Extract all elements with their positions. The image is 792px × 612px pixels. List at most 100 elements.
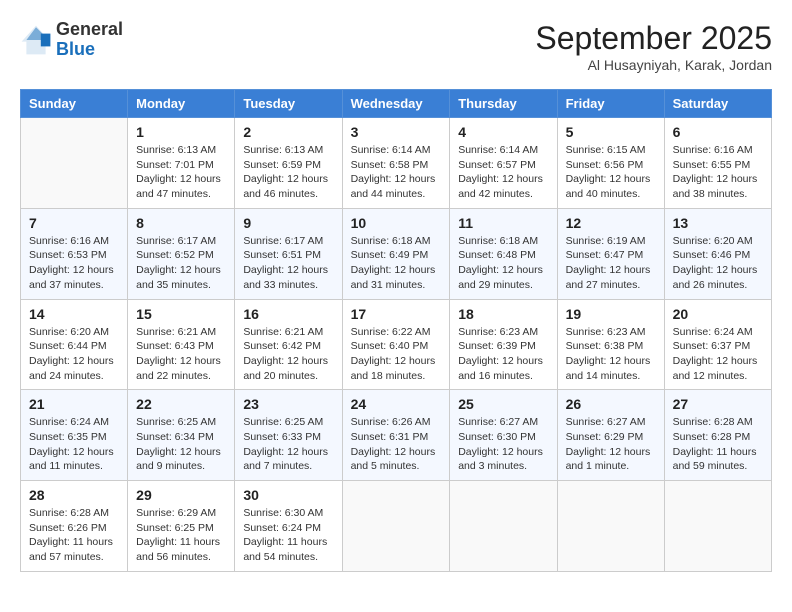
- day-number: 8: [136, 215, 226, 231]
- calendar-cell: [664, 481, 771, 572]
- calendar-cell: 28 Sunrise: 6:28 AM Sunset: 6:26 PM Dayli…: [21, 481, 128, 572]
- calendar-cell: 27 Sunrise: 6:28 AM Sunset: 6:28 PM Dayli…: [664, 390, 771, 481]
- day-number: 24: [351, 396, 442, 412]
- calendar-week-row: 7Sunrise: 6:16 AM Sunset: 6:53 PM Daylig…: [21, 208, 772, 299]
- calendar-cell: 19Sunrise: 6:23 AM Sunset: 6:38 PM Dayli…: [557, 299, 664, 390]
- logo-general-text: General: [56, 19, 123, 39]
- day-info: Sunrise: 6:28 AM Sunset: 6:26 PM Dayligh…: [29, 506, 119, 565]
- day-number: 18: [458, 306, 548, 322]
- day-number: 16: [243, 306, 333, 322]
- calendar-cell: 12Sunrise: 6:19 AM Sunset: 6:47 PM Dayli…: [557, 208, 664, 299]
- day-number: 29: [136, 487, 226, 503]
- day-info: Sunrise: 6:21 AM Sunset: 6:43 PM Dayligh…: [136, 325, 226, 384]
- day-info: Sunrise: 6:24 AM Sunset: 6:37 PM Dayligh…: [673, 325, 763, 384]
- logo-blue-text: Blue: [56, 39, 95, 59]
- month-title: September 2025: [535, 20, 772, 57]
- calendar-cell: 29Sunrise: 6:29 AM Sunset: 6:25 PM Dayli…: [128, 481, 235, 572]
- day-info: Sunrise: 6:15 AM Sunset: 6:56 PM Dayligh…: [566, 143, 656, 202]
- header-sunday: Sunday: [21, 90, 128, 118]
- calendar-cell: 22Sunrise: 6:25 AM Sunset: 6:34 PM Dayli…: [128, 390, 235, 481]
- day-number: 4: [458, 124, 548, 140]
- location-subtitle: Al Husayniyah, Karak, Jordan: [535, 57, 772, 73]
- day-number: 28: [29, 487, 119, 503]
- day-info: Sunrise: 6:14 AM Sunset: 6:57 PM Dayligh…: [458, 143, 548, 202]
- logo-text: General Blue: [56, 20, 123, 60]
- day-number: 5: [566, 124, 656, 140]
- day-info: Sunrise: 6:18 AM Sunset: 6:48 PM Dayligh…: [458, 234, 548, 293]
- calendar-cell: 21 Sunrise: 6:24 AM Sunset: 6:35 PM Dayli…: [21, 390, 128, 481]
- header-monday: Monday: [128, 90, 235, 118]
- day-info: Sunrise: 6:17 AM Sunset: 6:52 PM Dayligh…: [136, 234, 226, 293]
- day-info: Sunrise: 6:23 AM Sunset: 6:39 PM Dayligh…: [458, 325, 548, 384]
- day-info: Sunrise: 6:18 AM Sunset: 6:49 PM Dayligh…: [351, 234, 442, 293]
- day-info: Sunrise: 6:16 AM Sunset: 6:55 PM Dayligh…: [673, 143, 763, 202]
- day-number: 20: [673, 306, 763, 322]
- calendar-cell: 11 Sunrise: 6:18 AM Sunset: 6:48 PM Dayli…: [450, 208, 557, 299]
- day-info: Sunrise: 6:20 AM Sunset: 6:44 PM Dayligh…: [29, 325, 119, 384]
- day-number: 6: [673, 124, 763, 140]
- day-number: 10: [351, 215, 442, 231]
- calendar-cell: 25Sunrise: 6:27 AM Sunset: 6:30 PM Dayli…: [450, 390, 557, 481]
- calendar-cell: 3 Sunrise: 6:14 AM Sunset: 6:58 PM Daylig…: [342, 118, 450, 209]
- calendar-cell: 1Sunrise: 6:13 AM Sunset: 7:01 PM Daylig…: [128, 118, 235, 209]
- day-number: 1: [136, 124, 226, 140]
- day-number: 21: [29, 396, 119, 412]
- calendar-cell: 17Sunrise: 6:22 AM Sunset: 6:40 PM Dayli…: [342, 299, 450, 390]
- day-info: Sunrise: 6:28 AM Sunset: 6:28 PM Dayligh…: [673, 415, 763, 474]
- day-number: 27: [673, 396, 763, 412]
- calendar-cell: 5 Sunrise: 6:15 AM Sunset: 6:56 PM Daylig…: [557, 118, 664, 209]
- day-info: Sunrise: 6:27 AM Sunset: 6:29 PM Dayligh…: [566, 415, 656, 474]
- calendar-cell: 24 Sunrise: 6:26 AM Sunset: 6:31 PM Dayli…: [342, 390, 450, 481]
- day-info: Sunrise: 6:30 AM Sunset: 6:24 PM Dayligh…: [243, 506, 333, 565]
- header-saturday: Saturday: [664, 90, 771, 118]
- day-number: 19: [566, 306, 656, 322]
- calendar-cell: 13Sunrise: 6:20 AM Sunset: 6:46 PM Dayli…: [664, 208, 771, 299]
- day-number: 7: [29, 215, 119, 231]
- calendar-cell: [342, 481, 450, 572]
- calendar-cell: 18 Sunrise: 6:23 AM Sunset: 6:39 PM Dayli…: [450, 299, 557, 390]
- page-header: General Blue September 2025 Al Husayniya…: [20, 20, 772, 73]
- day-info: Sunrise: 6:25 AM Sunset: 6:33 PM Dayligh…: [243, 415, 333, 474]
- calendar-cell: 16 Sunrise: 6:21 AM Sunset: 6:42 PM Dayli…: [235, 299, 342, 390]
- calendar-cell: 2Sunrise: 6:13 AM Sunset: 6:59 PM Daylig…: [235, 118, 342, 209]
- calendar-cell: [450, 481, 557, 572]
- calendar-cell: 15Sunrise: 6:21 AM Sunset: 6:43 PM Dayli…: [128, 299, 235, 390]
- header-wednesday: Wednesday: [342, 90, 450, 118]
- calendar-table: SundayMondayTuesdayWednesdayThursdayFrid…: [20, 89, 772, 572]
- calendar-cell: 8 Sunrise: 6:17 AM Sunset: 6:52 PM Daylig…: [128, 208, 235, 299]
- header-tuesday: Tuesday: [235, 90, 342, 118]
- calendar-week-row: 28 Sunrise: 6:28 AM Sunset: 6:26 PM Dayli…: [21, 481, 772, 572]
- logo-icon: [20, 24, 52, 56]
- calendar-header-row: SundayMondayTuesdayWednesdayThursdayFrid…: [21, 90, 772, 118]
- day-info: Sunrise: 6:19 AM Sunset: 6:47 PM Dayligh…: [566, 234, 656, 293]
- day-number: 25: [458, 396, 548, 412]
- day-number: 3: [351, 124, 442, 140]
- calendar-cell: [21, 118, 128, 209]
- day-info: Sunrise: 6:21 AM Sunset: 6:42 PM Dayligh…: [243, 325, 333, 384]
- header-thursday: Thursday: [450, 90, 557, 118]
- calendar-cell: 14 Sunrise: 6:20 AM Sunset: 6:44 PM Dayli…: [21, 299, 128, 390]
- day-number: 2: [243, 124, 333, 140]
- day-info: Sunrise: 6:22 AM Sunset: 6:40 PM Dayligh…: [351, 325, 442, 384]
- day-number: 11: [458, 215, 548, 231]
- day-info: Sunrise: 6:25 AM Sunset: 6:34 PM Dayligh…: [136, 415, 226, 474]
- calendar-cell: 30Sunrise: 6:30 AM Sunset: 6:24 PM Dayli…: [235, 481, 342, 572]
- day-number: 23: [243, 396, 333, 412]
- calendar-cell: [557, 481, 664, 572]
- day-info: Sunrise: 6:20 AM Sunset: 6:46 PM Dayligh…: [673, 234, 763, 293]
- day-info: Sunrise: 6:24 AM Sunset: 6:35 PM Dayligh…: [29, 415, 119, 474]
- title-block: September 2025 Al Husayniyah, Karak, Jor…: [535, 20, 772, 73]
- calendar-week-row: 21 Sunrise: 6:24 AM Sunset: 6:35 PM Dayli…: [21, 390, 772, 481]
- calendar-cell: 23 Sunrise: 6:25 AM Sunset: 6:33 PM Dayli…: [235, 390, 342, 481]
- calendar-week-row: 1Sunrise: 6:13 AM Sunset: 7:01 PM Daylig…: [21, 118, 772, 209]
- logo: General Blue: [20, 20, 123, 60]
- calendar-cell: 10 Sunrise: 6:18 AM Sunset: 6:49 PM Dayli…: [342, 208, 450, 299]
- calendar-cell: 6 Sunrise: 6:16 AM Sunset: 6:55 PM Daylig…: [664, 118, 771, 209]
- calendar-cell: 4 Sunrise: 6:14 AM Sunset: 6:57 PM Daylig…: [450, 118, 557, 209]
- header-friday: Friday: [557, 90, 664, 118]
- day-number: 9: [243, 215, 333, 231]
- calendar-cell: 20 Sunrise: 6:24 AM Sunset: 6:37 PM Dayli…: [664, 299, 771, 390]
- day-number: 14: [29, 306, 119, 322]
- day-info: Sunrise: 6:26 AM Sunset: 6:31 PM Dayligh…: [351, 415, 442, 474]
- day-info: Sunrise: 6:14 AM Sunset: 6:58 PM Dayligh…: [351, 143, 442, 202]
